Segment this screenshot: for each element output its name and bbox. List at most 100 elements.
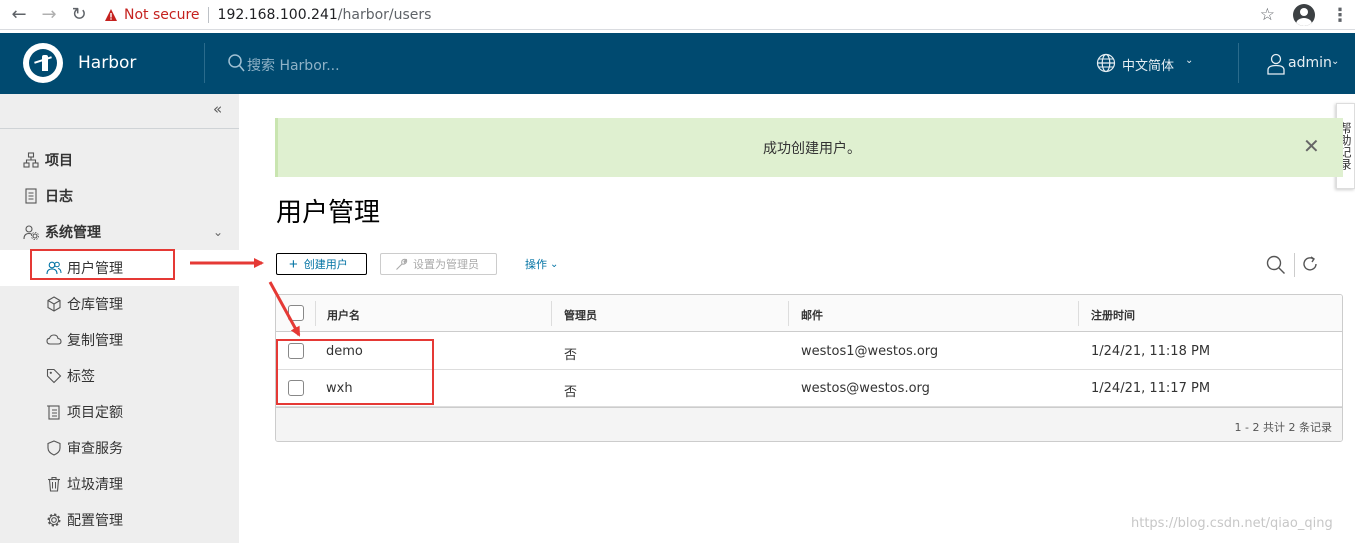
sidebar-item-interrogation-services[interactable]: 审查服务 (0, 430, 239, 466)
actions-dropdown[interactable]: 操作 ⌄ (525, 256, 558, 272)
sidebar-item-label: 配置管理 (67, 513, 123, 529)
cell-username: wxh (326, 381, 353, 396)
globe-icon[interactable] (1096, 53, 1116, 73)
row-checkbox[interactable] (288, 380, 304, 396)
close-icon[interactable]: ✕ (1303, 134, 1320, 158)
global-search-input[interactable]: 搜索 Harbor... (247, 55, 340, 75)
user-icon[interactable] (1266, 53, 1286, 75)
column-header-username[interactable]: 用户名 (327, 307, 360, 323)
cell-admin: 否 (564, 385, 578, 400)
pagination-summary: 1 - 2 共计 2 条记录 (1234, 421, 1332, 434)
address-divider (207, 6, 209, 23)
url-path: /harbor/users (337, 6, 432, 23)
sidebar-item-labels[interactable]: 标签 (0, 358, 239, 394)
cell-registered: 1/24/21, 11:17 PM (1091, 381, 1211, 396)
header-divider (204, 43, 205, 83)
chevron-down-icon[interactable]: ⌄ (1185, 55, 1193, 66)
sidebar-item-label: 项目 (45, 153, 73, 169)
column-divider (788, 301, 789, 326)
table-search-icon[interactable] (1266, 255, 1286, 275)
forward-arrow-icon[interactable]: → (38, 4, 60, 26)
more-menu-icon[interactable]: ⋮ (1331, 5, 1349, 26)
sidebar-item-label: 审查服务 (67, 441, 123, 457)
sidebar-item-garbage-collection[interactable]: 垃圾清理 (0, 466, 239, 502)
column-header-registered[interactable]: 注册时间 (1091, 307, 1135, 323)
chevron-down-icon[interactable]: ⌄ (213, 225, 223, 239)
sidebar-item-administration[interactable]: 系统管理 ⌄ (0, 214, 239, 250)
sidebar-item-label: 系统管理 (45, 225, 101, 241)
sidebar-item-label: 复制管理 (67, 333, 123, 349)
watermark: https://blog.csdn.net/qiao_qing (1131, 516, 1333, 531)
refresh-icon[interactable] (1301, 255, 1319, 273)
address-bar[interactable]: Not secure 192.168.100.241/harbor/users (104, 6, 432, 23)
table-footer: 1 - 2 共计 2 条记录 (276, 407, 1342, 441)
admin-gear-icon (23, 225, 39, 240)
sidebar-divider (0, 128, 239, 129)
quota-icon (47, 405, 60, 420)
sidebar-item-label: 项目定额 (67, 405, 123, 421)
url-host: 192.168.100.241 (217, 6, 338, 23)
cube-icon (47, 296, 61, 312)
sidebar-item-label: 日志 (45, 189, 73, 205)
chevron-down-icon: ⌄ (550, 258, 559, 270)
account-icon[interactable] (1293, 4, 1315, 26)
header-divider (1238, 43, 1239, 83)
trash-icon (48, 476, 60, 492)
users-table: 用户名 管理员 邮件 注册时间 demo 否 westos1@westos.or… (275, 294, 1343, 442)
sidebar-item-replications[interactable]: 复制管理 (0, 322, 239, 358)
alert-message: 成功创建用户。 (763, 141, 861, 157)
language-selector[interactable]: 中文简体 (1122, 55, 1174, 74)
cloud-sync-icon (46, 334, 62, 345)
sidebar-item-quotas[interactable]: 项目定额 (0, 394, 239, 430)
not-secure-label: Not secure (124, 6, 200, 23)
wrench-icon (396, 258, 408, 270)
table-row[interactable]: demo 否 westos1@westos.org 1/24/21, 11:18… (276, 333, 1342, 370)
cell-registered: 1/24/21, 11:18 PM (1091, 344, 1211, 359)
sidebar-item-registries[interactable]: 仓库管理 (0, 286, 239, 322)
search-icon[interactable] (228, 54, 245, 73)
sidebar-item-configuration[interactable]: 配置管理 (0, 502, 239, 538)
sidebar: « 项目 日志 系统管理 ⌄ 用户管理 仓库管理 复制管理 标签 项目定额 审查… (0, 94, 239, 543)
column-header-admin[interactable]: 管理员 (564, 307, 597, 323)
create-user-label: 创建用户 (303, 259, 348, 271)
table-row[interactable]: wxh 否 westos@westos.org 1/24/21, 11:17 P… (276, 370, 1342, 407)
back-arrow-icon[interactable]: ← (8, 4, 30, 26)
log-icon (25, 188, 37, 204)
sidebar-item-projects[interactable]: 项目 (0, 142, 239, 178)
url-text[interactable]: 192.168.100.241/harbor/users (218, 7, 432, 23)
reload-icon[interactable]: ↻ (68, 4, 90, 26)
harbor-logo-icon[interactable] (23, 43, 63, 83)
browser-toolbar: ← → ↻ Not secure 192.168.100.241/harbor/… (0, 0, 1355, 30)
toolbar-divider (1294, 253, 1295, 277)
app-header: Harbor 搜索 Harbor... 中文简体 ⌄ admin ⌄ (0, 33, 1355, 94)
success-alert: 成功创建用户。 ✕ (275, 118, 1343, 177)
column-divider (551, 301, 552, 326)
cell-email: westos@westos.org (801, 381, 930, 396)
app-name[interactable]: Harbor (78, 53, 136, 73)
sidebar-item-label: 标签 (67, 369, 95, 385)
tag-icon (46, 368, 62, 384)
plus-icon: + (289, 255, 298, 273)
bookmark-star-icon[interactable]: ☆ (1260, 5, 1275, 25)
column-divider (315, 301, 316, 326)
row-checkbox[interactable] (288, 343, 304, 359)
column-header-email[interactable]: 邮件 (801, 307, 823, 323)
projects-icon (23, 152, 39, 168)
user-menu[interactable]: admin (1288, 55, 1332, 71)
actions-label: 操作 (525, 258, 547, 271)
sidebar-item-label: 用户管理 (67, 261, 123, 277)
sidebar-item-label: 垃圾清理 (67, 477, 123, 493)
page-title: 用户管理 (276, 198, 381, 228)
create-user-button[interactable]: + 创建用户 (276, 253, 367, 275)
set-admin-label: 设置为管理员 (413, 259, 479, 271)
collapse-sidebar-icon[interactable]: « (213, 100, 222, 118)
gear-icon (47, 513, 61, 527)
sidebar-item-label: 仓库管理 (67, 297, 123, 313)
cell-email: westos1@westos.org (801, 344, 939, 359)
sidebar-item-logs[interactable]: 日志 (0, 178, 239, 214)
select-all-checkbox[interactable] (288, 305, 304, 321)
chevron-down-icon[interactable]: ⌄ (1331, 56, 1339, 67)
sidebar-item-users[interactable]: 用户管理 (0, 250, 239, 286)
shield-icon (47, 440, 61, 456)
set-admin-button[interactable]: 设置为管理员 (380, 253, 497, 275)
